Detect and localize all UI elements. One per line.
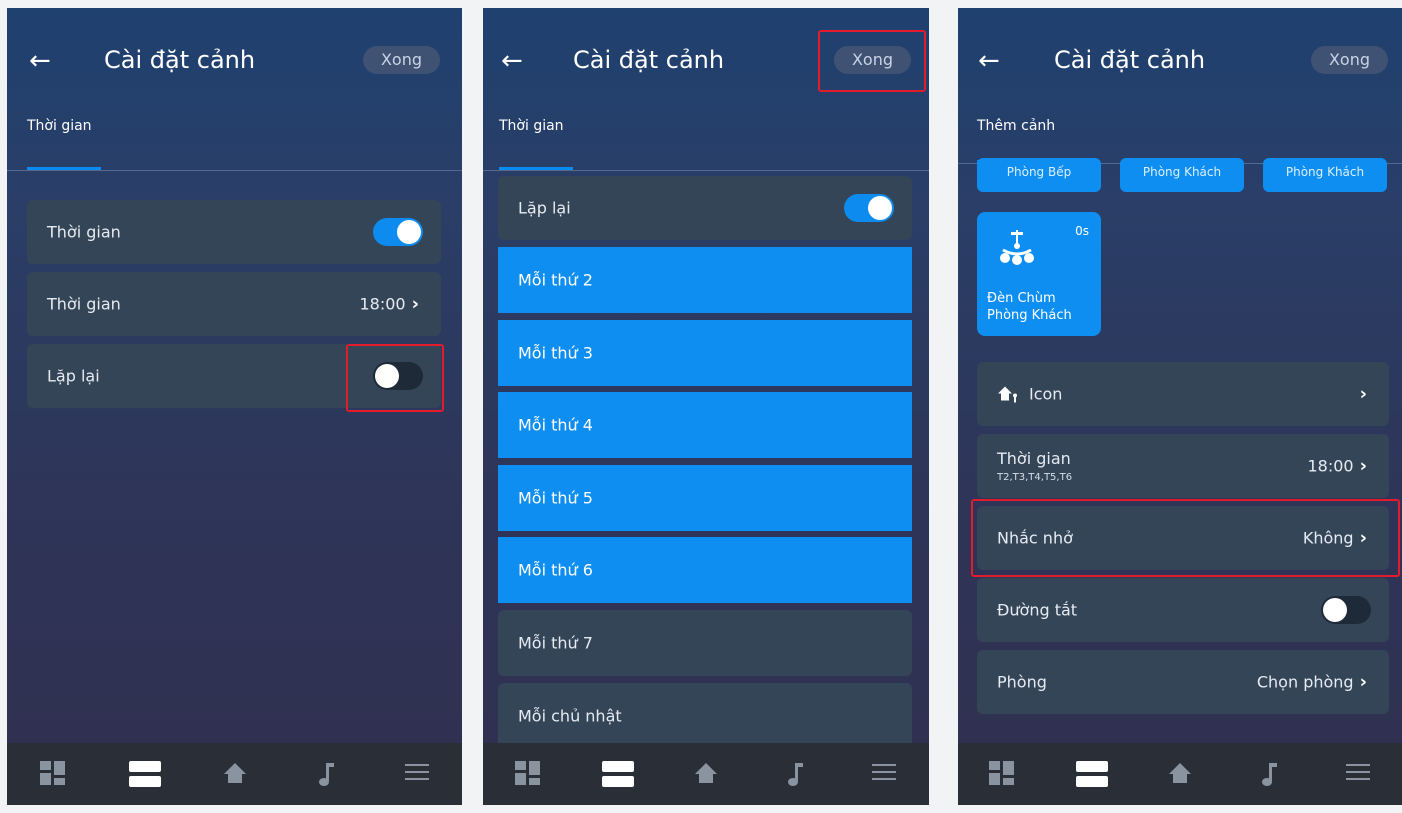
home-icon[interactable] [1165, 761, 1195, 787]
room-chip[interactable]: Phòng Khách [1263, 158, 1387, 192]
header: ← Cài đặt cảnh Xong [7, 8, 462, 108]
music-icon[interactable] [311, 761, 341, 787]
repeat-toggle[interactable] [844, 194, 894, 222]
done-button[interactable]: Xong [1310, 46, 1388, 74]
highlight-box [818, 30, 926, 92]
chevron-right-icon: › [1359, 383, 1367, 405]
dashboard-icon[interactable] [38, 761, 68, 787]
device-name: Đèn Chùm Phòng Khách [987, 291, 1072, 323]
day-item-sat[interactable]: Mỗi thứ 7 [498, 610, 912, 676]
row-label: Thời gian [47, 294, 121, 314]
bottom-nav [958, 743, 1402, 805]
tab-add-scene[interactable]: Thêm cảnh [977, 118, 1055, 134]
day-item-tue[interactable]: Mỗi thứ 3 [498, 320, 912, 386]
music-icon[interactable] [780, 761, 810, 787]
dashboard-icon[interactable] [987, 761, 1017, 787]
arrow-left-icon[interactable]: ← [29, 46, 51, 76]
icon-row[interactable]: Icon › [977, 362, 1389, 426]
room-value: Chọn phòng [1256, 672, 1354, 692]
music-icon[interactable] [1254, 761, 1284, 787]
highlight-box [971, 499, 1400, 577]
page-title: Cài đặt cảnh [1054, 46, 1206, 74]
highlight-box [346, 344, 444, 412]
day-item-sun[interactable]: Mỗi chủ nhật [498, 683, 912, 749]
row-label: Lặp lại [518, 198, 571, 218]
home-person-icon [998, 386, 1017, 402]
device-delay: 0s [1075, 224, 1089, 238]
shortcut-toggle[interactable] [1321, 596, 1371, 624]
tab-time[interactable]: Thời gian [27, 118, 92, 134]
scenes-icon[interactable] [1076, 761, 1109, 787]
time-toggle-row[interactable]: Thời gian [27, 200, 441, 264]
tab-bar: Thời gian [7, 108, 462, 171]
row-label: Phòng [997, 672, 1047, 692]
row-label: Thời gian [997, 449, 1071, 468]
tab-bar: Thêm cảnh [958, 108, 1402, 164]
time-value: 18:00 [1307, 456, 1354, 476]
room-chip[interactable]: Phòng Khách [1120, 158, 1244, 192]
chevron-right-icon: › [411, 293, 419, 315]
menu-icon[interactable] [1343, 761, 1373, 787]
time-value: 18:00 [359, 294, 406, 314]
row-label: Lặp lại [47, 366, 100, 386]
arrow-left-icon[interactable]: ← [501, 46, 523, 76]
shortcut-row[interactable]: Đường tắt [977, 578, 1389, 642]
arrow-left-icon[interactable]: ← [978, 46, 1000, 76]
page-title: Cài đặt cảnh [104, 46, 256, 74]
screen-time-settings: ← Cài đặt cảnh Xong Thời gian Thời gian … [7, 8, 462, 805]
day-item-wed[interactable]: Mỗi thứ 4 [498, 392, 912, 458]
home-icon[interactable] [220, 761, 250, 787]
time-toggle[interactable] [373, 218, 423, 246]
bottom-nav [7, 743, 462, 805]
screen-repeat-days: ← Cài đặt cảnh Xong Thời gian Lặp lại Mỗ… [483, 8, 929, 805]
chevron-right-icon: › [1359, 671, 1367, 693]
day-item-mon[interactable]: Mỗi thứ 2 [498, 247, 912, 313]
tab-indicator [27, 167, 101, 170]
day-item-fri[interactable]: Mỗi thứ 6 [498, 537, 912, 603]
scenes-icon[interactable] [601, 761, 634, 787]
row-label: Thời gian [47, 222, 121, 242]
day-item-thu[interactable]: Mỗi thứ 5 [498, 465, 912, 531]
home-icon[interactable] [691, 761, 721, 787]
tab-bar: Thời gian [483, 108, 929, 171]
page-title: Cài đặt cảnh [573, 46, 725, 74]
dashboard-icon[interactable] [513, 761, 543, 787]
menu-icon[interactable] [402, 761, 432, 787]
room-chip[interactable]: Phòng Bếp [977, 158, 1101, 192]
bottom-nav [483, 743, 929, 805]
scenes-icon[interactable] [128, 761, 161, 787]
menu-icon[interactable] [869, 761, 899, 787]
time-row[interactable]: Thời gian T2,T3,T4,T5,T6 18:00 › [977, 434, 1389, 498]
done-button[interactable]: Xong [362, 46, 440, 74]
room-row[interactable]: Phòng Chọn phòng › [977, 650, 1389, 714]
chevron-right-icon: › [1359, 455, 1367, 477]
header: ← Cài đặt cảnh Xong [958, 8, 1402, 108]
repeat-days-summary: T2,T3,T4,T5,T6 [997, 472, 1073, 483]
tab-indicator [499, 167, 573, 170]
chandelier-icon [1000, 230, 1034, 265]
time-value-row[interactable]: Thời gian 18:00 › [27, 272, 441, 336]
tab-time[interactable]: Thời gian [499, 118, 564, 134]
row-label: Đường tắt [997, 600, 1078, 620]
screen-add-scene: ← Cài đặt cảnh Xong Thêm cảnh Phòng Bếp … [958, 8, 1402, 805]
device-card[interactable]: 0s Đèn Chùm Phòng Khách [977, 212, 1101, 336]
repeat-row[interactable]: Lặp lại [498, 176, 912, 240]
